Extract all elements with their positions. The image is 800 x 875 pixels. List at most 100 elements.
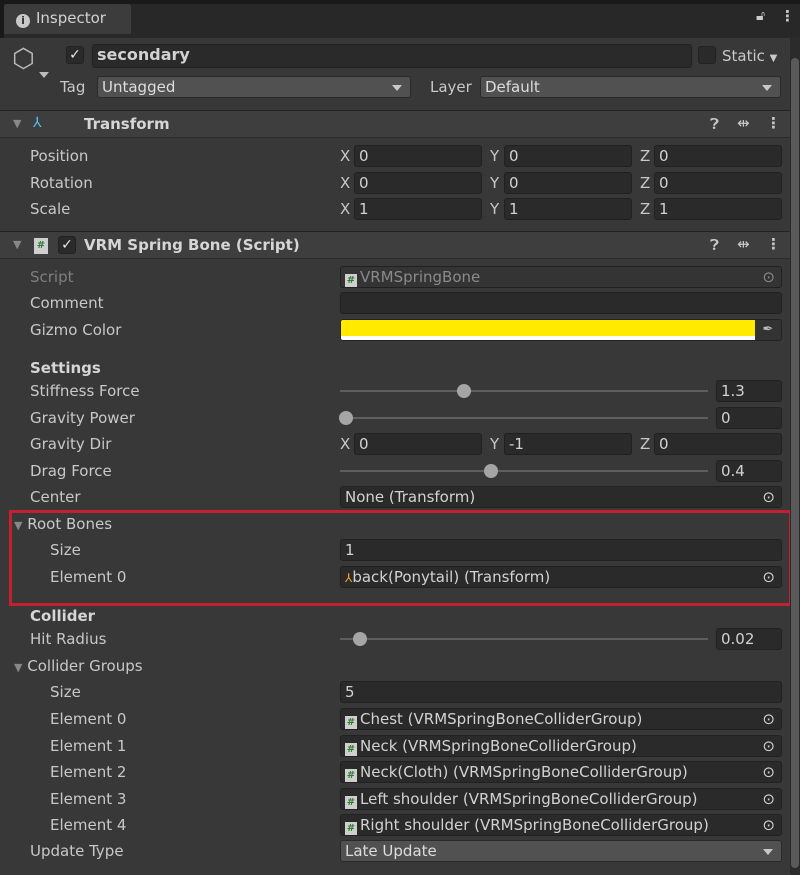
collider-heading: Collider — [30, 607, 96, 625]
tab-label: Inspector — [36, 9, 106, 27]
transform-row-label: Position — [30, 147, 89, 165]
gizmo-color-field[interactable]: ✒ — [340, 319, 782, 341]
hit-radius-label: Hit Radius — [30, 630, 107, 648]
lock-icon[interactable]: 🔓︎ — [756, 8, 765, 24]
script-icon: # — [345, 716, 357, 729]
collider-group-element-label: Element 3 — [50, 789, 127, 808]
presets-icon[interactable]: ⇹ — [737, 114, 750, 132]
gravity-power-slider-handle[interactable] — [339, 411, 353, 425]
object-picker-icon[interactable]: ⊙ — [762, 736, 775, 756]
gizmo-color-label: Gizmo Color — [30, 321, 122, 339]
collider-group-element-field[interactable]: # Neck (VRMSpringBoneColliderGroup) ⊙ — [340, 734, 782, 757]
scale-y-input[interactable]: 1 — [504, 198, 632, 220]
info-icon: i — [16, 14, 30, 28]
stiffness-slider-handle[interactable] — [456, 384, 471, 398]
stiffness-slider-value-input[interactable]: 1.3 — [716, 380, 782, 402]
comment-input[interactable] — [340, 292, 782, 314]
element-value: Left shoulder (VRMSpringBoneColliderGrou… — [360, 789, 698, 808]
kebab-menu-icon[interactable]: ⋮ — [780, 7, 795, 25]
object-name-input[interactable]: secondary — [92, 44, 692, 68]
collider-group-element-field[interactable]: # Right shoulder (VRMSpringBoneColliderGr… — [340, 814, 782, 836]
drag-force-slider-track[interactable] — [340, 470, 708, 472]
y-axis-label: Y — [490, 147, 500, 165]
gravity-dir-y-input[interactable]: -1 — [504, 433, 632, 455]
tab-inspector[interactable]: i Inspector — [4, 4, 131, 34]
object-picker-icon[interactable]: ⊙ — [762, 762, 775, 782]
y-axis-label: Y — [490, 435, 500, 453]
hit-radius-slider-handle[interactable] — [353, 632, 368, 646]
hit-radius-slider-value-input[interactable]: 0.02 — [716, 628, 782, 650]
center-value: None (Transform) — [345, 488, 476, 506]
layer-dropdown[interactable]: Default — [480, 76, 781, 98]
transform-icon: ⅄ — [33, 115, 42, 131]
collider-groups-foldout[interactable]: ▼ Collider Groups — [14, 655, 143, 677]
element-value: Neck(Cloth) (VRMSpringBoneColliderGroup) — [360, 763, 688, 781]
drag-force-label: Drag Force — [30, 462, 112, 480]
help-icon[interactable]: ❓︎ — [710, 115, 719, 133]
collider-groups-size-input[interactable]: 5 — [340, 681, 782, 703]
element-value: Neck (VRMSpringBoneColliderGroup) — [360, 736, 637, 755]
rotation-y-input[interactable]: 0 — [504, 171, 632, 194]
eyedropper-icon[interactable]: ✒ — [755, 320, 781, 340]
comment-label: Comment — [30, 294, 104, 312]
object-picker-icon[interactable]: ⊙ — [762, 789, 775, 809]
collider-group-element-field[interactable]: # Chest (VRMSpringBoneColliderGroup) ⊙ — [340, 708, 782, 730]
script-icon: # — [345, 795, 357, 809]
kebab-menu-icon[interactable]: ⋮ — [766, 235, 781, 253]
scale-x-input[interactable]: 1 — [354, 198, 482, 220]
script-icon: # — [345, 769, 357, 782]
gravity-power-slider-value-input[interactable]: 0 — [716, 407, 782, 429]
gameobject-cube-icon[interactable]: ⬡ — [12, 44, 42, 74]
foldout-icon[interactable]: ▼ — [13, 238, 21, 251]
foldout-icon[interactable]: ▼ — [13, 117, 21, 130]
stiffness-slider-track[interactable] — [340, 390, 708, 392]
object-picker-icon[interactable]: ⊙ — [762, 709, 775, 729]
position-z-input[interactable]: 0 — [654, 145, 782, 167]
hit-radius-slider-track[interactable] — [340, 638, 708, 640]
help-icon[interactable]: ❓︎ — [710, 236, 719, 254]
static-dropdown[interactable]: Static ▼ — [722, 45, 777, 70]
component-enabled-checkbox[interactable]: ✓ — [58, 236, 76, 254]
y-axis-label: Y — [490, 173, 500, 192]
tag-dropdown[interactable]: Untagged — [97, 76, 411, 98]
gravity-dir-z-input[interactable]: 0 — [654, 433, 782, 455]
collider-group-element-field[interactable]: # Left shoulder (VRMSpringBoneColliderGro… — [340, 787, 782, 810]
gravity-dir-label: Gravity Dir — [30, 435, 112, 453]
drag-force-slider-handle[interactable] — [483, 464, 498, 478]
presets-icon[interactable]: ⇹ — [737, 235, 750, 253]
x-axis-label: X — [340, 200, 351, 218]
component-title: VRM Spring Bone (Script) — [84, 236, 300, 254]
gravity-dir-x-input[interactable]: 0 — [354, 433, 482, 455]
collider-groups-size-label: Size — [50, 683, 81, 701]
center-field[interactable]: None (Transform) ⊙ — [340, 486, 782, 508]
vrm-spring-bone-header[interactable]: ▼ # ✓ VRM Spring Bone (Script) ❓︎ ⇹ ⋮ — [0, 231, 790, 259]
scrollbar-thumb[interactable] — [791, 58, 799, 868]
stiffness-label: Stiffness Force — [30, 382, 140, 400]
position-y-input[interactable]: 0 — [504, 145, 632, 167]
script-label: Script — [30, 268, 74, 286]
script-icon: # — [345, 742, 357, 756]
icon-dropdown-icon[interactable] — [39, 72, 49, 83]
active-checkbox[interactable]: ✓ — [66, 46, 84, 64]
x-axis-label: X — [340, 147, 351, 165]
static-checkbox[interactable] — [698, 46, 716, 64]
rotation-z-input[interactable]: 0 — [654, 171, 782, 194]
foldout-icon[interactable]: ▼ — [14, 661, 22, 674]
color-swatch[interactable] — [341, 320, 757, 336]
object-picker-icon[interactable]: ⊙ — [762, 815, 775, 835]
update-type-dropdown[interactable]: Late Update — [340, 840, 782, 862]
alpha-bar — [341, 336, 757, 340]
center-label: Center — [30, 488, 81, 506]
collider-groups-label: Collider Groups — [27, 657, 143, 675]
z-axis-label: Z — [640, 435, 651, 453]
drag-force-slider-value-input[interactable]: 0.4 — [716, 460, 782, 482]
gravity-power-slider-track[interactable] — [340, 417, 708, 419]
position-x-input[interactable]: 0 — [354, 145, 482, 167]
rotation-x-input[interactable]: 0 — [354, 171, 482, 194]
scale-z-input[interactable]: 1 — [654, 198, 782, 220]
kebab-menu-icon[interactable]: ⋮ — [766, 114, 781, 132]
transform-header[interactable]: ▼ ⅄ Transform ❓︎ ⇹ ⋮ — [0, 110, 790, 138]
script-icon: # — [34, 238, 48, 254]
collider-group-element-field[interactable]: # Neck(Cloth) (VRMSpringBoneColliderGroup… — [340, 761, 782, 783]
object-picker-icon[interactable]: ⊙ — [762, 487, 775, 507]
